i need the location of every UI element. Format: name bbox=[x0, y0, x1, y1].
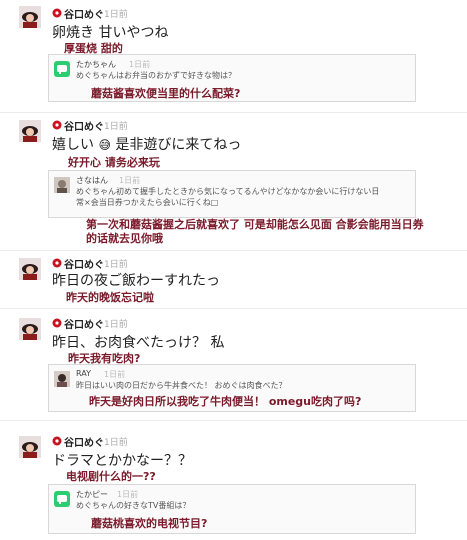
app-icon bbox=[54, 61, 70, 77]
divider bbox=[0, 112, 467, 113]
question-time: 1日前 bbox=[117, 490, 139, 499]
author-name[interactable]: 谷口めぐ bbox=[64, 434, 104, 449]
question-translation: 蘑菇桃喜欢的电视节目? bbox=[91, 517, 208, 530]
question-translation: 的话就去见你哦 bbox=[86, 232, 163, 245]
location-pin-icon bbox=[52, 120, 62, 130]
divider bbox=[0, 420, 467, 421]
post-text-part: 嬉しい bbox=[52, 137, 94, 153]
avatar[interactable] bbox=[19, 436, 41, 458]
quoted-question[interactable]: たかちゃん 1日前 めぐちゃんはお弁当のおかずで好きな物は？ 蘑菇酱喜欢便当里的… bbox=[48, 54, 416, 102]
post: 谷口めぐ 1日前 嬉しい 😅 是非遊びに来てねっ 好开心 请务必来玩 さなはん … bbox=[0, 118, 467, 246]
divider bbox=[0, 308, 467, 309]
post-translation: 昨天的晚饭忘记啦 bbox=[66, 291, 154, 304]
post-text-part: 是非遊びに来てねっ bbox=[115, 137, 242, 153]
post-text: 昨日の夜ご飯わーすれたっ bbox=[52, 273, 220, 289]
author-name[interactable]: 谷口めぐ bbox=[64, 6, 104, 21]
sweat-smile-emoji: 😅 bbox=[98, 138, 111, 152]
question-time: 1日前 bbox=[129, 60, 151, 69]
question-time: 1日前 bbox=[119, 176, 141, 185]
questioner-avatar bbox=[54, 177, 70, 193]
location-pin-icon bbox=[52, 318, 62, 328]
author-name[interactable]: 谷口めぐ bbox=[64, 256, 104, 271]
post-time: 1日前 bbox=[104, 122, 128, 132]
post: 谷口めぐ 1日前 昨日、お肉食べたっけ？ 私 昨天我有吃肉? RAY 1日前 昨… bbox=[0, 316, 467, 416]
avatar[interactable] bbox=[19, 6, 41, 28]
questioner-name[interactable]: たかちゃん bbox=[76, 59, 116, 70]
question-text: めぐちゃん初めて握手したときから気になってるんやけどなかなか会いに行けない日 bbox=[76, 187, 380, 196]
post-text: 卵焼き 甘いやつね bbox=[52, 25, 169, 41]
post-text: 昨日、お肉食べたっけ？ 私 bbox=[52, 335, 225, 351]
post: 谷口めぐ 1日前 昨日の夜ご飯わーすれたっ 昨天的晚饭忘记啦 bbox=[0, 256, 467, 306]
post-translation: 电视剧什么的一?? bbox=[66, 470, 156, 483]
avatar[interactable] bbox=[19, 258, 41, 280]
questioner-avatar bbox=[54, 371, 70, 387]
author-name[interactable]: 谷口めぐ bbox=[64, 118, 104, 133]
post-translation: 好开心 请务必来玩 bbox=[68, 156, 160, 169]
post: 谷口めぐ 1日前 ドラマとかかなー？？ 电视剧什么的一?? たかピー 1日前 め… bbox=[0, 434, 467, 540]
post-text: 嬉しい 😅 是非遊びに来てねっ bbox=[52, 134, 241, 154]
questioner-name[interactable]: さなはん bbox=[76, 175, 108, 186]
author-name[interactable]: 谷口めぐ bbox=[64, 316, 104, 331]
question-translation: 蘑菇酱喜欢便当里的什么配菜? bbox=[91, 87, 241, 100]
questioner-name[interactable]: RAY bbox=[76, 369, 91, 378]
location-pin-icon bbox=[52, 8, 62, 18]
location-pin-icon bbox=[52, 436, 62, 446]
question-text: 常×会当日券つかえたら会いに行くね□ bbox=[76, 198, 219, 207]
question-text: めぐちゃんの好きなTV番組は？ bbox=[76, 501, 191, 510]
questioner-name[interactable]: たかピー bbox=[76, 489, 108, 500]
location-pin-icon bbox=[52, 258, 62, 268]
quoted-question[interactable]: RAY 1日前 昨日はいい肉の日だから牛丼食べた！ おめぐは肉食べた？ 昨天是好… bbox=[48, 364, 416, 412]
divider bbox=[0, 250, 467, 251]
avatar[interactable] bbox=[19, 318, 41, 340]
post-text: ドラマとかかなー？？ bbox=[52, 453, 192, 469]
post: 谷口めぐ 1日前 卵焼き 甘いやつね 厚蛋烧 甜的 たかちゃん 1日前 めぐちゃ… bbox=[0, 6, 467, 108]
post-time: 1日前 bbox=[104, 10, 128, 20]
question-text: 昨日はいい肉の日だから牛丼食べた！ おめぐは肉食べた？ bbox=[76, 381, 287, 390]
post-time: 1日前 bbox=[104, 438, 128, 448]
post-time: 1日前 bbox=[104, 320, 128, 330]
app-icon bbox=[54, 491, 70, 507]
question-text: めぐちゃんはお弁当のおかずで好きな物は？ bbox=[76, 71, 236, 80]
post-time: 1日前 bbox=[104, 260, 128, 270]
quoted-question[interactable]: さなはん 1日前 めぐちゃん初めて握手したときから気になってるんやけどなかなか会… bbox=[48, 170, 416, 218]
quoted-question[interactable]: たかピー 1日前 めぐちゃんの好きなTV番組は？ 蘑菇桃喜欢的电视节目? bbox=[48, 484, 416, 534]
avatar[interactable] bbox=[19, 120, 41, 142]
question-time: 1日前 bbox=[104, 370, 126, 379]
question-translation: 昨天是好肉日所以我吃了牛肉便当！ omegu吃肉了吗? bbox=[89, 395, 362, 408]
